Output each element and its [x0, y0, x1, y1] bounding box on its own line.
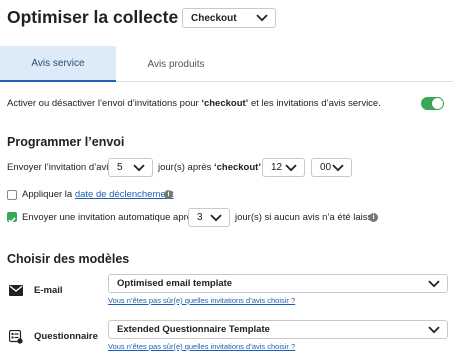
minute-select-value: 00 [320, 162, 332, 173]
checkmark-icon [8, 217, 16, 224]
activation-text-before: Activer ou désactiver l’envoi d’invitati… [7, 98, 202, 109]
tab-avis-service-label: Avis service [31, 57, 85, 69]
email-template-value: Optimised email template [117, 278, 233, 289]
apply-trigger-label: Appliquer la [22, 189, 75, 200]
questionnaire-label: Questionnaire [34, 331, 98, 342]
hour-select[interactable]: 12 [262, 158, 305, 177]
chevron-down-icon [210, 213, 222, 221]
activation-toggle[interactable] [421, 97, 444, 110]
chevron-down-icon [133, 163, 145, 171]
days-after-label: jour(s) après [158, 162, 214, 173]
chevron-down-icon [285, 163, 297, 171]
auto-invite-checkbox[interactable] [7, 212, 17, 224]
send-label: Envoyer l’invitation d’avis [7, 162, 114, 173]
tab-avis-service[interactable]: Avis service [0, 46, 116, 82]
tab-avis-produits-label: Avis produits [147, 58, 205, 70]
tab-avis-produits[interactable]: Avis produits [116, 46, 236, 82]
hour-select-value: 12 [271, 162, 283, 173]
chevron-down-icon [256, 14, 268, 22]
email-template-select[interactable]: Optimised email template [108, 274, 448, 293]
chevron-down-icon [332, 163, 344, 171]
info-icon[interactable]: i [164, 190, 173, 199]
auto-invite-text: Envoyer une invitation automatique après [22, 212, 197, 223]
envelope-icon [9, 285, 23, 296]
questionnaire-template-value: Extended Questionnaire Template [117, 324, 270, 335]
auto-days-select-value: 3 [197, 212, 203, 223]
trigger-date-link[interactable]: date de déclenchement [75, 189, 174, 200]
email-help-link[interactable]: Vous n’êtes pas sûr(e) quelles invitatio… [108, 296, 295, 305]
toggle-knob [432, 98, 443, 109]
info-icon[interactable]: i [369, 213, 378, 222]
activation-text-flow: ‘checkout’ [201, 98, 249, 109]
auto-invite-suffix: jour(s) si aucun avis n’a été laissé [235, 212, 378, 223]
questionnaire-help-link[interactable]: Vous n’êtes pas sûr(e) quelles invitatio… [108, 342, 295, 351]
days-select[interactable]: 5 [108, 158, 153, 177]
programmer-heading: Programmer l’envoi [7, 135, 125, 149]
apply-trigger-text: Appliquer la date de déclenchement [22, 189, 174, 200]
days-after-flow: ‘checkout’ [213, 162, 261, 173]
flow-dropdown[interactable]: Checkout [182, 8, 276, 28]
questionnaire-template-select[interactable]: Extended Questionnaire Template [108, 320, 448, 339]
questionnaire-icon [9, 330, 23, 344]
auto-days-select[interactable]: 3 [188, 208, 230, 227]
days-after-text: jour(s) après ‘checkout’ à [158, 162, 269, 173]
activation-text-after: et les invitations d’avis service. [248, 98, 381, 109]
models-heading: Choisir des modèles [7, 252, 130, 266]
flow-dropdown-value: Checkout [191, 12, 237, 24]
minute-select[interactable]: 00 [311, 158, 352, 177]
activation-text: Activer ou désactiver l’envoi d’invitati… [7, 98, 381, 109]
chevron-down-icon [428, 279, 440, 287]
email-label: E-mail [34, 285, 63, 296]
apply-trigger-checkbox[interactable] [7, 190, 17, 200]
days-select-value: 5 [117, 162, 123, 173]
chevron-down-icon [428, 325, 440, 333]
tab-bar: Avis service Avis produits [0, 46, 453, 82]
